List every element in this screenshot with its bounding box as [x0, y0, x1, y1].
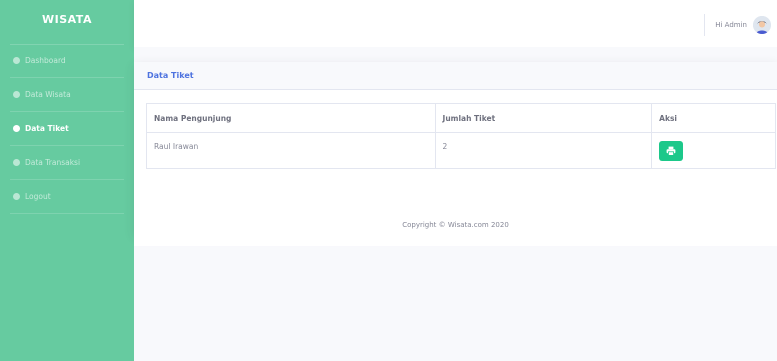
sidebar-divider [10, 77, 124, 78]
ticket-icon [13, 125, 20, 132]
column-header-jumlah: Jumlah Tiket [434, 103, 653, 133]
print-button[interactable] [659, 141, 684, 161]
logout-icon [13, 193, 20, 200]
sidebar-item-label: Dashboard [25, 56, 66, 65]
user-greeting: Hi Admin [715, 21, 747, 29]
dashboard-icon [13, 57, 20, 64]
table-row: Raul Irawan 2 [146, 132, 776, 169]
copyright-text: Copyright © Wisata.com 2020 [402, 221, 509, 229]
tiket-table: Nama Pengunjung Jumlah Tiket Aksi Raul I… [146, 103, 776, 169]
sidebar-item-data-tiket[interactable]: Data Tiket [0, 113, 134, 144]
card-header: Data Tiket [134, 62, 777, 90]
table-header-row: Nama Pengunjung Jumlah Tiket Aksi [146, 103, 776, 133]
sidebar-divider [10, 145, 124, 146]
sidebar-item-label: Data Wisata [25, 90, 71, 99]
sidebar-divider [10, 111, 124, 112]
sidebar-divider [10, 179, 124, 180]
avatar [753, 16, 771, 34]
sidebar-item-dashboard[interactable]: Dashboard [0, 45, 134, 76]
sidebar-item-label: Logout [25, 192, 51, 201]
footer: Copyright © Wisata.com 2020 [134, 204, 777, 246]
transaction-icon [13, 159, 20, 166]
sidebar-item-data-wisata[interactable]: Data Wisata [0, 79, 134, 110]
table-icon [13, 91, 20, 98]
sidebar: WISATA Dashboard Data Wisata Data Tiket … [0, 0, 134, 361]
column-header-aksi: Aksi [651, 103, 776, 133]
column-header-nama: Nama Pengunjung [146, 103, 436, 133]
topbar: Hi Admin [134, 0, 777, 47]
cell-jumlah: 2 [434, 132, 653, 169]
user-menu[interactable]: Hi Admin [704, 14, 771, 36]
sidebar-item-logout[interactable]: Logout [0, 181, 134, 212]
print-icon [666, 146, 676, 156]
user-avatar-icon [753, 16, 771, 34]
cell-nama: Raul Irawan [146, 132, 436, 169]
cell-aksi [651, 132, 776, 169]
sidebar-item-label: Data Transaksi [25, 158, 81, 167]
sidebar-item-label: Data Tiket [25, 124, 69, 133]
sidebar-item-data-transaksi[interactable]: Data Transaksi [0, 147, 134, 178]
card-title: Data Tiket [147, 71, 194, 80]
sidebar-brand[interactable]: WISATA [0, 0, 134, 38]
sidebar-divider [10, 213, 124, 214]
